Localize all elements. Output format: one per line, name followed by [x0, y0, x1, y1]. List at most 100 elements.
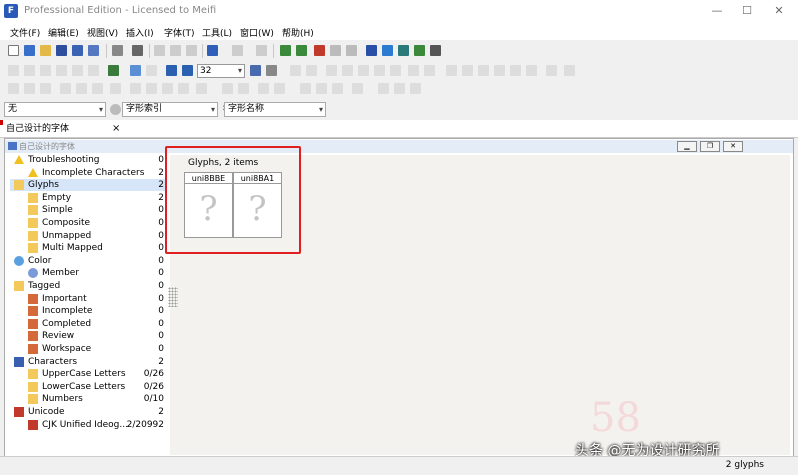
tree-item[interactable]: Composite 0: [10, 217, 166, 229]
align-grid-icon[interactable]: [446, 65, 457, 76]
fill-icon[interactable]: [108, 65, 119, 76]
first-selector[interactable]: 无 ▾: [4, 102, 106, 117]
path-icon[interactable]: [178, 83, 189, 94]
save-all-icon[interactable]: [72, 45, 83, 56]
tree-item[interactable]: Empty 2: [10, 192, 166, 204]
properties-icon[interactable]: [366, 45, 377, 56]
merge-icon[interactable]: [60, 83, 71, 94]
zoom-in-icon[interactable]: [166, 65, 177, 76]
settings-icon[interactable]: [110, 104, 121, 115]
knife-icon[interactable]: [56, 65, 67, 76]
tree-item[interactable]: Troubleshooting 0: [10, 154, 166, 166]
fit-icon[interactable]: [250, 65, 261, 76]
measure-tool-icon[interactable]: [374, 65, 385, 76]
print-icon[interactable]: [112, 45, 123, 56]
window-icon[interactable]: [330, 45, 341, 56]
tree-item[interactable]: Workspace 0: [10, 343, 166, 355]
lasso-icon[interactable]: [24, 65, 35, 76]
transform-icon[interactable]: [564, 65, 575, 76]
open-folder-icon[interactable]: [40, 45, 51, 56]
align-bottom-icon[interactable]: [526, 65, 537, 76]
menu-tools[interactable]: 工具(L): [202, 26, 232, 39]
tree-item[interactable]: Incomplete 0: [10, 305, 166, 317]
node-remove-icon[interactable]: [394, 83, 405, 94]
glyph-index-selector[interactable]: 字形索引 ▾: [122, 102, 218, 117]
maximize-button[interactable]: ☐: [732, 3, 762, 19]
curve-tool-icon[interactable]: [306, 65, 317, 76]
boolean-icon[interactable]: [238, 83, 249, 94]
node-corner-icon[interactable]: [410, 83, 421, 94]
new-file-icon[interactable]: [8, 45, 19, 56]
tree-item[interactable]: Unmapped 0: [10, 230, 166, 242]
font-window-close-button[interactable]: ✕: [723, 141, 743, 152]
undo-icon[interactable]: [207, 45, 218, 56]
tree-item[interactable]: Member 0: [10, 267, 166, 279]
tree-item[interactable]: UpperCase Letters 0/26: [10, 368, 166, 380]
copy-icon[interactable]: [170, 45, 181, 56]
close-button[interactable]: ✕: [764, 3, 794, 19]
actual-size-icon[interactable]: [266, 65, 277, 76]
flip-icon[interactable]: [24, 83, 35, 94]
scale-icon[interactable]: [146, 65, 157, 76]
tree-item[interactable]: LowerCase Letters 0/26: [10, 381, 166, 393]
blend-icon[interactable]: [274, 83, 285, 94]
tool-icon[interactable]: [314, 45, 325, 56]
ellipse-tool-icon[interactable]: [342, 65, 353, 76]
align-left-icon[interactable]: [462, 65, 473, 76]
pen-icon[interactable]: [72, 65, 83, 76]
tree-item[interactable]: Unicode 2: [10, 406, 166, 418]
bold-icon[interactable]: [352, 83, 363, 94]
select-icon[interactable]: [8, 65, 19, 76]
kern-icon[interactable]: [300, 83, 311, 94]
contour-icon[interactable]: [162, 83, 173, 94]
eye-icon[interactable]: [390, 65, 401, 76]
tree-item[interactable]: Tagged 0: [10, 280, 166, 292]
find-icon[interactable]: [132, 45, 143, 56]
align-center-icon[interactable]: [478, 65, 489, 76]
zoom-select[interactable]: 32 ▾: [197, 64, 245, 78]
eraser-icon[interactable]: [88, 65, 99, 76]
skew-icon[interactable]: [40, 83, 51, 94]
tree-item[interactable]: Completed 0: [10, 318, 166, 330]
tree-item[interactable]: Color 0: [10, 255, 166, 267]
refresh-icon[interactable]: [256, 45, 267, 56]
validate-check-icon[interactable]: [382, 45, 393, 56]
save-icon[interactable]: [56, 45, 67, 56]
hint-icon[interactable]: [130, 83, 141, 94]
shape-icon[interactable]: [196, 83, 207, 94]
menu-view[interactable]: 视图(V): [87, 26, 118, 39]
tree-item[interactable]: Numbers 0/10: [10, 393, 166, 405]
tree-item[interactable]: Review 0: [10, 330, 166, 342]
menu-help[interactable]: 帮助(H): [282, 26, 314, 39]
outline-icon[interactable]: [146, 83, 157, 94]
height-icon[interactable]: [332, 83, 343, 94]
font-window-restore-button[interactable]: ❐: [700, 141, 720, 152]
minimize-button[interactable]: —: [702, 3, 732, 19]
glyph-edit-icon[interactable]: [296, 45, 307, 56]
node-add-icon[interactable]: [378, 83, 389, 94]
cut-icon[interactable]: [154, 45, 165, 56]
tree-item[interactable]: Multi Mapped 0: [10, 242, 166, 254]
slice-icon[interactable]: [222, 83, 233, 94]
image-tool-icon[interactable]: [358, 65, 369, 76]
info-icon[interactable]: [430, 45, 441, 56]
overlap-icon[interactable]: [258, 83, 269, 94]
new-window-icon[interactable]: [24, 45, 35, 56]
tree-item[interactable]: Important 0: [10, 293, 166, 305]
tab-close-icon[interactable]: ×: [112, 120, 120, 138]
zoom-out-icon[interactable]: [182, 65, 193, 76]
export-icon[interactable]: [88, 45, 99, 56]
menu-file[interactable]: 文件(F): [10, 26, 40, 39]
metrics-icon[interactable]: [398, 45, 409, 56]
menu-edit[interactable]: 编辑(E): [48, 26, 79, 39]
align-right-icon[interactable]: [494, 65, 505, 76]
paste-icon[interactable]: [186, 45, 197, 56]
distribute-icon[interactable]: [546, 65, 557, 76]
tree-item[interactable]: Characters 2: [10, 356, 166, 368]
rect-tool-icon[interactable]: [326, 65, 337, 76]
tree-item[interactable]: CJK Unified Ideog... 2/20992: [10, 419, 166, 431]
reverse-icon[interactable]: [92, 83, 103, 94]
table-icon[interactable]: [346, 45, 357, 56]
split-icon[interactable]: [76, 83, 87, 94]
menu-insert[interactable]: 插入(I): [126, 26, 154, 39]
